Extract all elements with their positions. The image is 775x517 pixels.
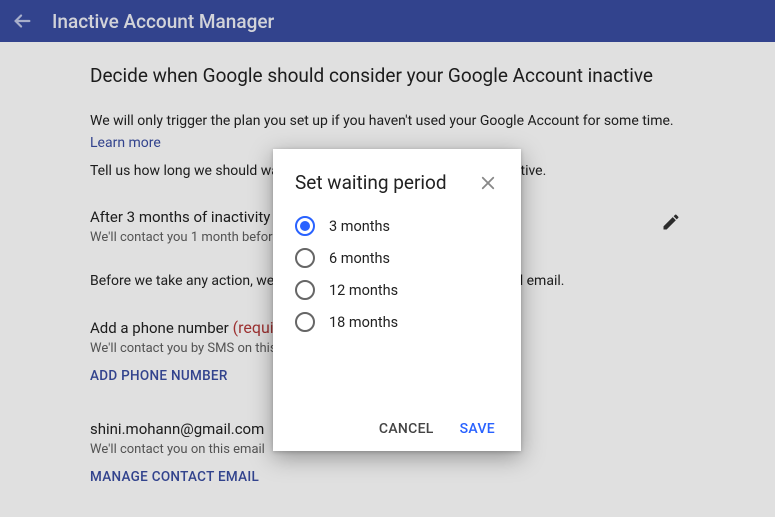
close-icon (479, 174, 497, 192)
waiting-period-dialog: Set waiting period 3 months 6 months 12 mo… (273, 149, 521, 451)
dialog-close-button[interactable] (477, 172, 499, 194)
save-button[interactable]: SAVE (460, 421, 495, 437)
radio-option-3[interactable]: 18 months (295, 312, 499, 332)
cancel-button[interactable]: CANCEL (379, 421, 434, 437)
radio-group: 3 months 6 months 12 months 18 months (295, 216, 499, 332)
radio-button-icon (295, 280, 315, 300)
radio-label: 6 months (329, 250, 390, 267)
dialog-title: Set waiting period (295, 171, 447, 194)
radio-label: 18 months (329, 314, 398, 331)
radio-option-1[interactable]: 6 months (295, 248, 499, 268)
radio-button-icon (295, 216, 315, 236)
radio-button-icon (295, 248, 315, 268)
radio-button-icon (295, 312, 315, 332)
radio-label: 3 months (329, 218, 390, 235)
radio-option-0[interactable]: 3 months (295, 216, 499, 236)
radio-label: 12 months (329, 282, 398, 299)
radio-option-2[interactable]: 12 months (295, 280, 499, 300)
